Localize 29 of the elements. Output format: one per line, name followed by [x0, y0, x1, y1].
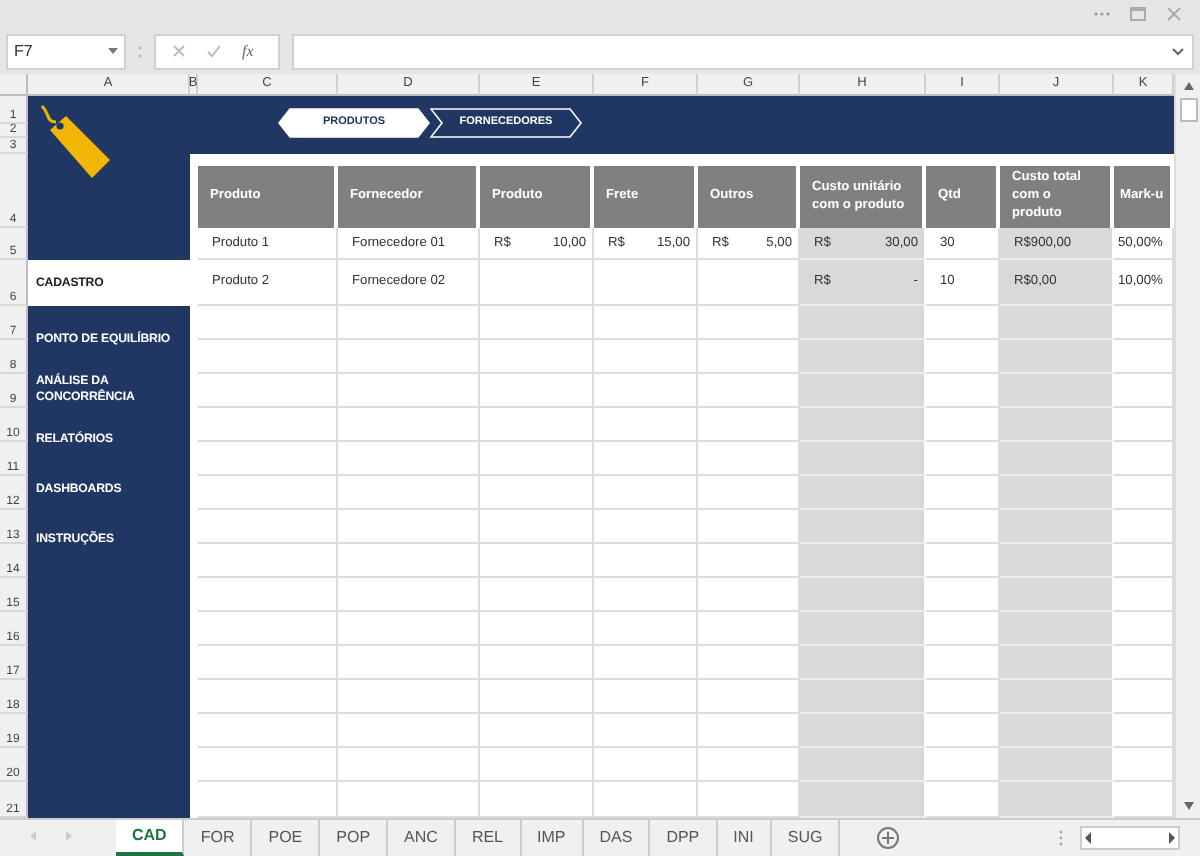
insert-function-button[interactable]: fx [242, 39, 254, 63]
select-all-button[interactable] [0, 74, 28, 96]
sheet-tab[interactable]: FOR [184, 820, 253, 856]
scroll-left-icon[interactable] [1082, 830, 1094, 846]
sheet-tab[interactable]: DPP [650, 820, 718, 856]
name-box[interactable]: F7 [6, 33, 126, 69]
sheet-tab[interactable]: CAD [116, 820, 185, 856]
caret-icon [108, 47, 118, 55]
formula-input[interactable] [292, 33, 1194, 69]
sheet-tab[interactable]: DAS [583, 820, 651, 856]
expand-icon[interactable] [1172, 47, 1184, 55]
horizontal-scrollbar[interactable] [1080, 826, 1180, 850]
restore-icon[interactable] [1128, 4, 1148, 24]
scroll-down-icon[interactable] [1181, 800, 1195, 812]
check-icon[interactable] [206, 44, 222, 58]
add-sheet-icon[interactable] [876, 826, 901, 850]
cancel-icon[interactable] [172, 44, 186, 58]
close-icon[interactable] [1164, 4, 1184, 24]
sheet-tab[interactable]: IMP [521, 820, 584, 856]
sheet-tab[interactable]: SUG [771, 820, 841, 856]
sheet-tab[interactable]: POP [320, 820, 389, 856]
sheet-tab[interactable]: REL [455, 820, 521, 856]
sheet-tab[interactable]: POE [252, 820, 321, 856]
sheet-tab[interactable]: INI [717, 820, 772, 856]
vertical-scrollbar[interactable] [1174, 74, 1200, 818]
scroll-thumb[interactable] [1179, 98, 1197, 122]
sheet-tab[interactable]: ANC [388, 820, 456, 856]
scroll-up-icon[interactable] [1181, 80, 1195, 92]
scroll-right-icon[interactable] [1166, 830, 1178, 846]
